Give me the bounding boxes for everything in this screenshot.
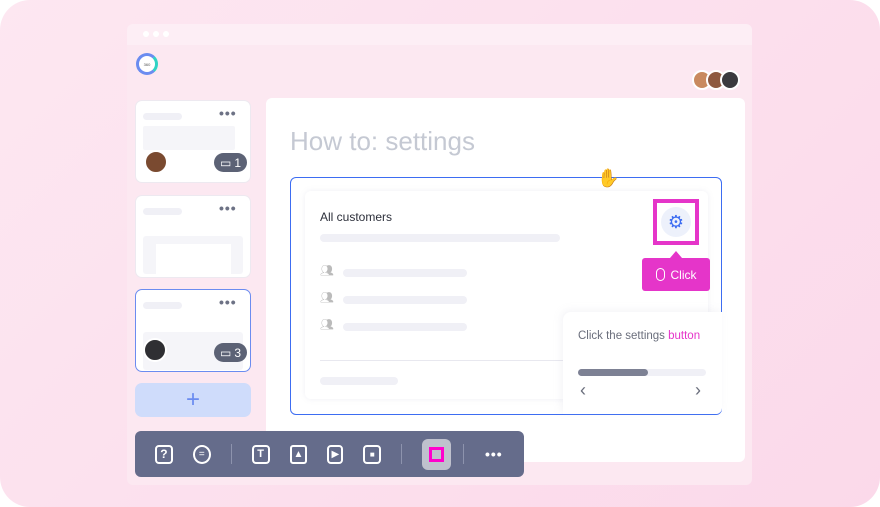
click-label: Click bbox=[670, 267, 697, 282]
comment-icon[interactable]: = bbox=[192, 444, 211, 464]
add-slide-button[interactable]: + bbox=[135, 383, 251, 417]
text-icon[interactable]: T bbox=[251, 444, 270, 464]
users-icon: 👥︎ bbox=[320, 292, 334, 304]
record-icon[interactable]: ■ bbox=[363, 444, 382, 464]
users-icon: 👥︎ bbox=[320, 265, 334, 277]
window-dot bbox=[163, 31, 169, 37]
more-icon[interactable]: ••• bbox=[219, 105, 237, 121]
window-dot bbox=[143, 31, 149, 37]
video-icon[interactable]: ▶ bbox=[327, 444, 344, 464]
drag-hand-icon[interactable]: ✋ bbox=[597, 168, 619, 189]
app-logo[interactable]: 360 bbox=[136, 53, 158, 75]
comment-count: 3 bbox=[234, 345, 242, 360]
comment-count: 1 bbox=[234, 155, 242, 170]
toolbar: ? = T ▲ ▶ ■ ••• bbox=[135, 431, 524, 477]
hotspot-button-active[interactable] bbox=[422, 438, 451, 470]
click-tooltip: Click bbox=[642, 258, 710, 291]
settings-button-highlight[interactable]: ⚙ bbox=[653, 199, 699, 245]
users-icon: 👥︎ bbox=[320, 319, 334, 331]
gear-icon[interactable]: ⚙ bbox=[661, 207, 691, 237]
next-button[interactable]: › bbox=[695, 380, 701, 401]
avatar bbox=[143, 338, 167, 362]
prev-button[interactable]: ‹ bbox=[580, 380, 586, 401]
avatar bbox=[720, 70, 740, 90]
progress-bar bbox=[578, 369, 706, 376]
hotspot-icon bbox=[428, 446, 444, 462]
image-icon[interactable]: ▲ bbox=[289, 444, 308, 464]
more-icon[interactable]: ••• bbox=[484, 443, 504, 465]
slide-card[interactable]: ••• bbox=[135, 195, 251, 278]
window-dot bbox=[153, 31, 159, 37]
slide-card[interactable]: ••• ▭ 1 bbox=[135, 100, 251, 183]
window-titlebar bbox=[127, 24, 752, 45]
avatar bbox=[144, 150, 168, 174]
guide-popup: Click the settings button ‹ › bbox=[563, 312, 722, 414]
page-title: How to: settings bbox=[290, 126, 475, 156]
more-icon[interactable]: ••• bbox=[219, 294, 237, 310]
comment-badge[interactable]: ▭ 1 bbox=[214, 153, 248, 172]
more-icon[interactable]: ••• bbox=[219, 200, 237, 216]
collaborators bbox=[692, 70, 740, 90]
card-title: All customers bbox=[320, 210, 393, 224]
comment-icon: ▭ bbox=[220, 345, 232, 360]
popup-text: Click the settings button bbox=[578, 330, 701, 342]
comment-badge[interactable]: ▭ 3 bbox=[214, 343, 248, 362]
comment-icon: ▭ bbox=[220, 155, 232, 170]
progress-fill bbox=[578, 369, 649, 376]
slide-card-selected[interactable]: ••• ▭ 3 bbox=[135, 289, 251, 372]
question-icon[interactable]: ? bbox=[155, 444, 173, 464]
mouse-icon bbox=[655, 268, 665, 281]
